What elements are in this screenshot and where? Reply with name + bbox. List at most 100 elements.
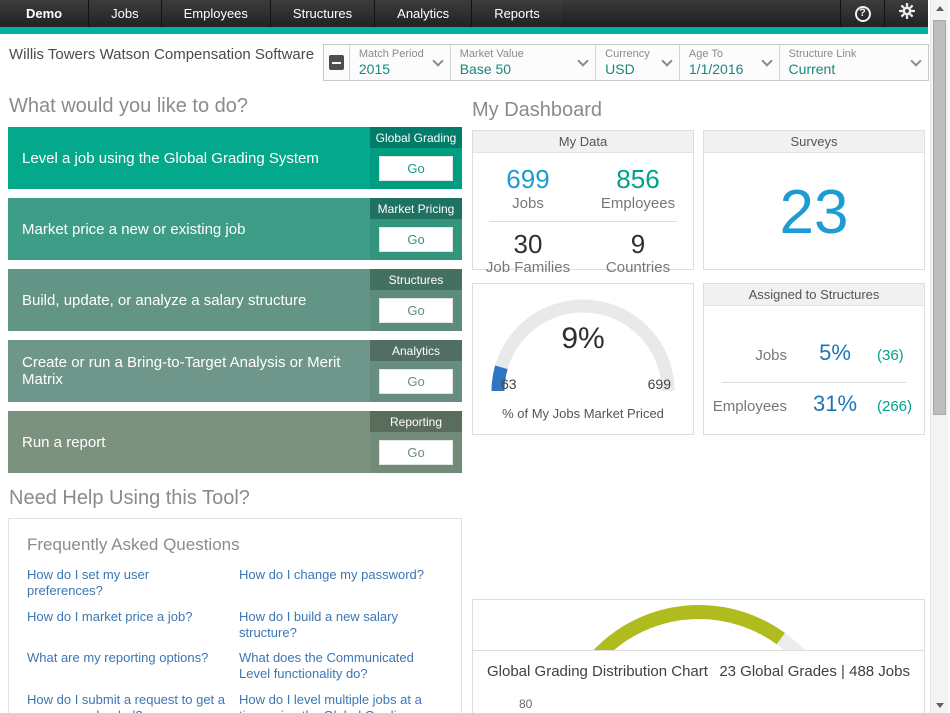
faq-link[interactable]: How do I submit a request to get a new s… [27, 692, 239, 713]
filter-market-value[interactable]: Market Value Base 50 [451, 45, 596, 80]
scroll-up-button[interactable] [931, 0, 949, 16]
action-card-analytics[interactable]: Create or run a Bring-to-Target Analysis… [8, 340, 462, 402]
nav-tab-structures[interactable]: Structures [270, 0, 374, 27]
assigned-row-employees: Employees 31% (266) [704, 391, 924, 427]
stat-job-families: 30 Job Families [473, 230, 583, 277]
market-priced-gauge-card: 9% 63 699 % of My Jobs Market Priced [472, 283, 694, 435]
help-button[interactable]: ? [840, 0, 884, 27]
my-data-stats: 699 Jobs 856 Employees 30 Job Families 9… [473, 153, 693, 276]
filter-match-period[interactable]: Match Period 2015 [350, 45, 451, 80]
gauge-caption: % of My Jobs Market Priced [473, 406, 693, 421]
action-card-panel: Analytics Go [370, 340, 462, 402]
stat-label: Jobs [473, 195, 583, 212]
action-card-reporting[interactable]: Run a report Reporting Go [8, 411, 462, 473]
gauge-max: 699 [648, 376, 671, 392]
nav-tab-label: Analytics [397, 6, 449, 21]
action-card-tag: Structures [370, 269, 462, 290]
filter-currency[interactable]: Currency USD [596, 45, 680, 80]
filter-label: Market Value [460, 48, 524, 61]
action-card-text: Build, update, or analyze a salary struc… [8, 269, 370, 331]
chevron-down-icon [761, 55, 772, 66]
distribution-title: Global Grading Distribution Chart [487, 663, 708, 680]
help-heading: Need Help Using this Tool? [9, 487, 250, 510]
action-card-market-pricing[interactable]: Market price a new or existing job Marke… [8, 198, 462, 260]
faq-link[interactable]: What are my reporting options? [27, 650, 239, 683]
go-button[interactable]: Go [379, 298, 453, 323]
stat-countries: 9 Countries [583, 230, 693, 277]
filter-value: Base 50 [460, 61, 524, 78]
vertical-scrollbar[interactable] [930, 0, 948, 713]
help-icon: ? [855, 6, 871, 22]
nav-tab-analytics[interactable]: Analytics [374, 0, 471, 27]
nav-tab-label: Reports [494, 6, 540, 21]
chevron-down-icon [910, 55, 921, 66]
assigned-rows: Jobs 5% (36) Employees 31% (266) [704, 306, 924, 427]
divider [489, 221, 677, 222]
action-card-panel: Structures Go [370, 269, 462, 331]
go-button[interactable]: Go [379, 440, 453, 465]
stat-value: 30 [473, 230, 583, 259]
scrollbar-thumb[interactable] [933, 20, 946, 415]
top-nav: Demo Jobs Employees Structures Analytics… [0, 0, 928, 27]
nav-tab-label: Employees [184, 6, 248, 21]
action-card-global-grading[interactable]: Level a job using the Global Grading Sys… [8, 127, 462, 189]
action-card-text: Create or run a Bring-to-Target Analysis… [8, 340, 370, 402]
triangle-up-icon [936, 6, 944, 11]
faq-link[interactable]: How do I market price a job? [27, 609, 239, 642]
nav-tab-label: Jobs [111, 6, 138, 21]
filter-value: USD [605, 61, 650, 78]
stat-value: 9 [583, 230, 693, 259]
assigned-percent: 31% [799, 391, 871, 417]
go-button[interactable]: Go [379, 156, 453, 181]
help-box: Frequently Asked Questions How do I set … [8, 518, 462, 713]
faq-title: Frequently Asked Questions [27, 535, 443, 555]
brand-accent-strip [0, 27, 928, 34]
action-card-tag: Reporting [370, 411, 462, 432]
dashboard-heading: My Dashboard [472, 99, 602, 122]
filter-value: 1/1/2016 [689, 61, 744, 78]
gauge-range: 63 699 [473, 376, 693, 392]
action-card-text: Run a report [8, 411, 370, 473]
assigned-percent: 5% [799, 340, 871, 366]
chevron-down-icon [661, 55, 672, 66]
axis-tick-label: 80 [519, 697, 532, 711]
gauge-percent: 9% [473, 322, 693, 356]
go-button[interactable]: Go [379, 227, 453, 252]
surveys-count: 23 [704, 153, 924, 271]
faq-link[interactable]: How do I build a new salary structure? [239, 609, 445, 642]
faq-link[interactable]: What does the Communicated Level functio… [239, 650, 445, 683]
assigned-count: (266) [871, 398, 925, 415]
my-data-card: My Data 699 Jobs 856 Employees 30 Job Fa… [472, 130, 694, 270]
surveys-card: Surveys 23 [703, 130, 925, 270]
filter-value: 2015 [359, 61, 424, 78]
filter-label: Currency [605, 48, 650, 61]
chevron-down-icon [432, 55, 443, 66]
go-button[interactable]: Go [379, 369, 453, 394]
faq-link[interactable]: How do I change my password? [239, 567, 445, 600]
filter-collapse-button[interactable] [324, 45, 350, 80]
nav-tab-reports[interactable]: Reports [471, 0, 562, 27]
filter-structure-link[interactable]: Structure Link Current [780, 45, 928, 80]
action-card-panel: Reporting Go [370, 411, 462, 473]
stat-value: 699 [473, 165, 583, 194]
page-title: Willis Towers Watson Compensation Softwa… [9, 46, 314, 63]
filter-age-to[interactable]: Age To 1/1/2016 [680, 45, 780, 80]
action-card-structures[interactable]: Build, update, or analyze a salary struc… [8, 269, 462, 331]
nav-tab-jobs[interactable]: Jobs [88, 0, 160, 27]
nav-tab-demo[interactable]: Demo [0, 0, 88, 27]
nav-tab-employees[interactable]: Employees [161, 0, 270, 27]
faq-link[interactable]: How do I level multiple jobs at a time u… [239, 692, 445, 713]
stat-label: Employees [583, 195, 693, 212]
settings-button[interactable] [884, 0, 928, 27]
scroll-down-button[interactable] [931, 697, 949, 713]
stat-value: 856 [583, 165, 693, 194]
stat-label: Job Families [473, 259, 583, 276]
triangle-down-icon [936, 703, 944, 708]
faq-link[interactable]: How do I set my user preferences? [27, 567, 239, 600]
assigned-structures-card: Assigned to Structures Jobs 5% (36) Empl… [703, 283, 925, 435]
filter-label: Structure Link [789, 48, 857, 61]
filter-label: Match Period [359, 48, 424, 61]
distribution-summary: 23 Global Grades | 488 Jobs [719, 663, 910, 680]
action-card-panel: Market Pricing Go [370, 198, 462, 260]
my-data-title: My Data [473, 131, 693, 153]
